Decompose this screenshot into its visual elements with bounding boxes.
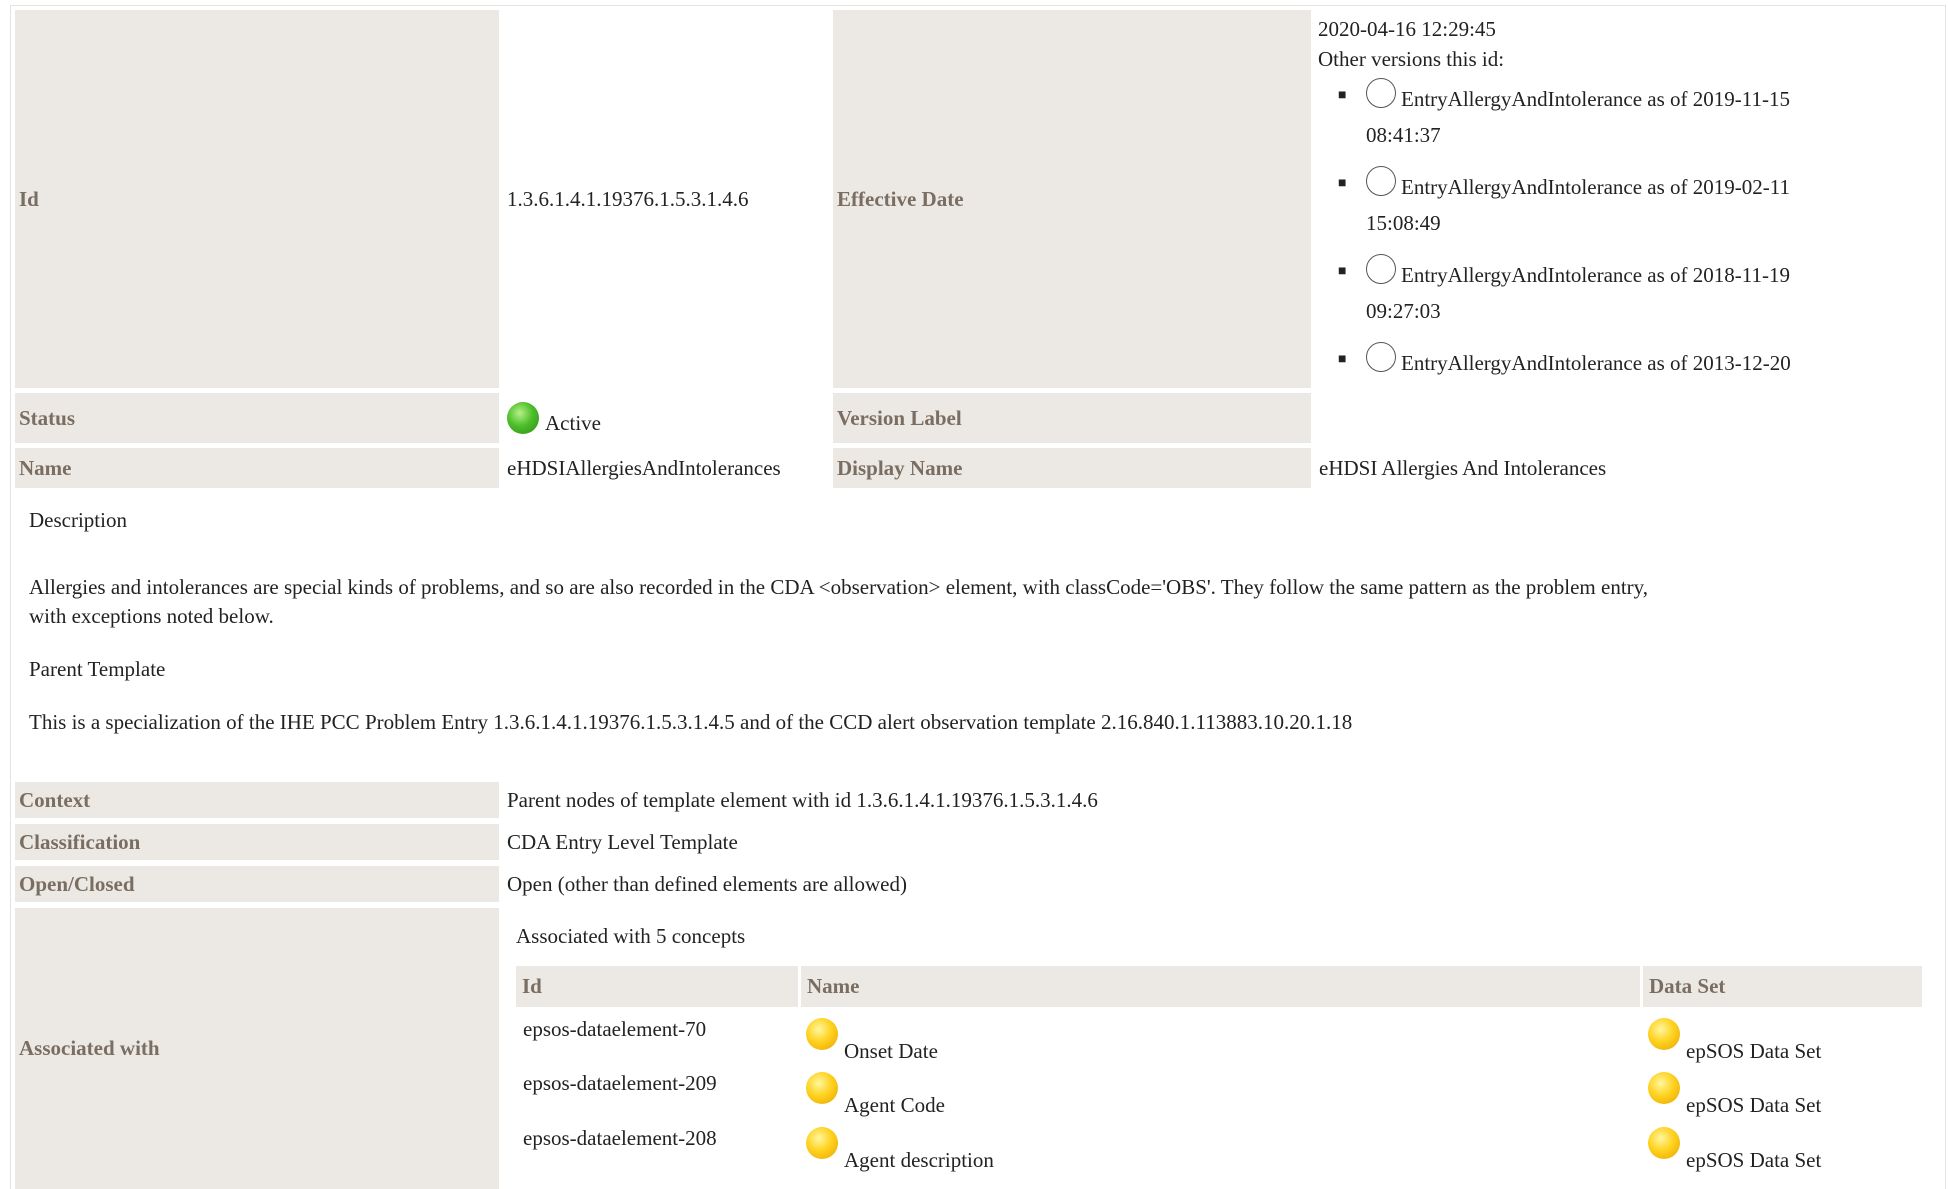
yellow-concept-dot-icon — [806, 1072, 838, 1104]
concept-name-cell[interactable]: Agent description — [806, 1127, 994, 1172]
open-closed-label: Open/Closed — [15, 866, 499, 902]
bullet-icon: ■ — [1338, 88, 1347, 103]
radio-circle-icon[interactable] — [1366, 254, 1396, 284]
version-item[interactable]: ■ EntryAllergyAndIntolerance as of 2013-… — [1318, 342, 1926, 381]
version-label-label: Version Label — [833, 393, 1311, 443]
name-label: Name — [15, 448, 499, 488]
concept-dataset-cell[interactable]: epSOS Data Set — [1648, 1127, 1821, 1172]
context-value: Parent nodes of template element with id… — [507, 787, 1098, 812]
concept-id: epsos-dataelement-70 — [523, 1017, 707, 1041]
concepts-table-header: Id Name Data Set — [516, 966, 1922, 1007]
yellow-concept-dot-icon — [806, 1018, 838, 1050]
effective-date-cell: 2020-04-16 12:29:45 Other versions this … — [1318, 14, 1926, 394]
description-text-line1: Allergies and intolerances are special k… — [29, 575, 1649, 599]
associated-summary: Associated with 5 concepts — [516, 924, 746, 948]
yellow-concept-dot-icon — [806, 1127, 838, 1159]
display-name-value: eHDSI Allergies And Intolerances — [1319, 455, 1607, 480]
open-closed-value: Open (other than defined elements are al… — [507, 871, 907, 896]
parent-template-text: This is a specialization of the IHE PCC … — [29, 710, 1353, 734]
concept-name-cell[interactable]: Agent Code — [806, 1072, 945, 1117]
associated-label: Associated with — [15, 908, 499, 1189]
classification-label: Classification — [15, 824, 499, 860]
column-header-dataset: Data Set — [1640, 966, 1922, 1007]
version-item[interactable]: ■ EntryAllergyAndIntolerance as of 2019-… — [1318, 166, 1926, 241]
id-label: Id — [15, 10, 499, 388]
name-value: eHDSIAllergiesAndIntolerances — [507, 455, 781, 480]
id-value: 1.3.6.1.4.1.19376.1.5.3.1.4.6 — [507, 186, 749, 211]
radio-circle-icon[interactable] — [1366, 342, 1396, 372]
bullet-icon: ■ — [1338, 352, 1347, 367]
other-versions-list: ■ EntryAllergyAndIntolerance as of 2019-… — [1318, 78, 1926, 381]
effective-date-value: 2020-04-16 12:29:45 — [1318, 17, 1496, 41]
yellow-concept-dot-icon — [1648, 1127, 1680, 1159]
concept-dataset-cell[interactable]: epSOS Data Set — [1648, 1018, 1821, 1063]
yellow-concept-dot-icon — [1648, 1018, 1680, 1050]
concept-name-cell[interactable]: Onset Date — [806, 1018, 938, 1063]
column-header-id: Id — [522, 974, 542, 998]
radio-circle-icon[interactable] — [1366, 166, 1396, 196]
version-item[interactable]: ■ EntryAllergyAndIntolerance as of 2019-… — [1318, 78, 1926, 153]
radio-circle-icon[interactable] — [1366, 78, 1396, 108]
effective-date-label: Effective Date — [833, 10, 1311, 388]
bullet-icon: ■ — [1338, 264, 1347, 279]
version-item[interactable]: ■ EntryAllergyAndIntolerance as of 2018-… — [1318, 254, 1926, 329]
display-name-label: Display Name — [833, 448, 1311, 488]
classification-value: CDA Entry Level Template — [507, 829, 738, 854]
status-label: Status — [15, 393, 499, 443]
status-value: Active — [499, 393, 829, 443]
column-header-name: Name — [798, 966, 1638, 1007]
description-heading: Description — [29, 508, 127, 532]
yellow-concept-dot-icon — [1648, 1072, 1680, 1104]
concept-id: epsos-dataelement-208 — [523, 1126, 717, 1150]
concept-id: epsos-dataelement-209 — [523, 1071, 717, 1095]
concept-dataset-cell[interactable]: epSOS Data Set — [1648, 1072, 1821, 1117]
bullet-icon: ■ — [1338, 176, 1347, 191]
description-text-line2: with exceptions noted below. — [29, 604, 274, 628]
green-status-dot-icon — [507, 402, 539, 434]
context-label: Context — [15, 782, 499, 818]
other-versions-label: Other versions this id: — [1318, 47, 1505, 71]
parent-template-heading: Parent Template — [29, 657, 166, 681]
